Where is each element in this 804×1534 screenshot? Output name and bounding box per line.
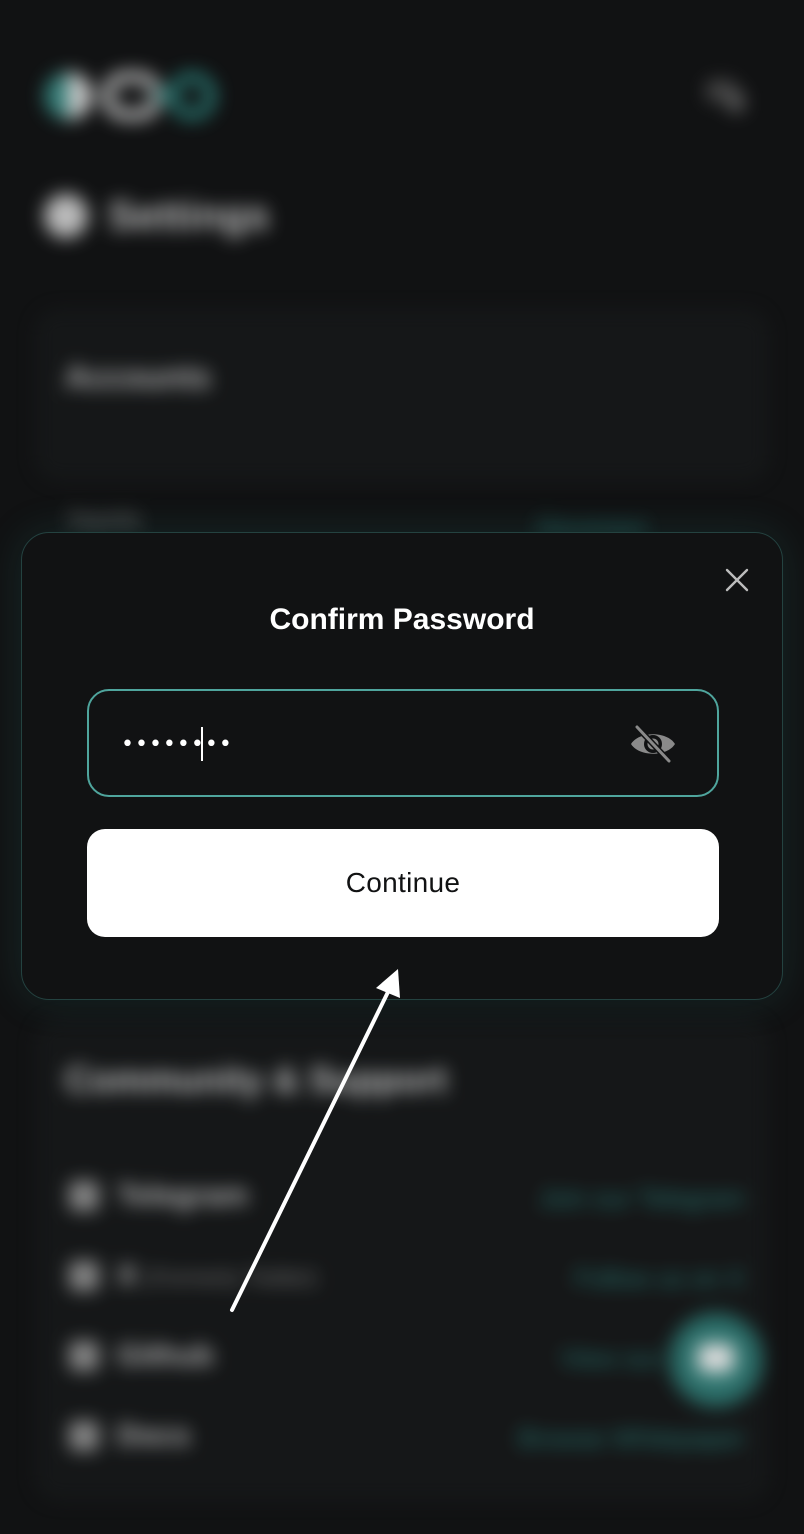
- row-label: Telegram: [117, 1179, 249, 1212]
- confirm-password-dialog: Confirm Password •••••••• Continue: [21, 532, 783, 1000]
- dialog-title: Confirm Password: [269, 603, 535, 636]
- row-action-link[interactable]: Browse Whitepaper: [518, 1423, 745, 1454]
- list-item[interactable]: Docs Browse Whitepaper: [65, 1417, 745, 1457]
- list-item[interactable]: Github View our Github: [65, 1337, 745, 1377]
- row-label: Github: [117, 1339, 214, 1372]
- close-button[interactable]: [724, 567, 750, 593]
- docs-icon: [69, 1421, 99, 1451]
- list-item[interactable]: X (Formerly Twitter) Follow us on X: [65, 1257, 745, 1297]
- x-icon: [69, 1261, 99, 1291]
- row-label: Docs: [117, 1419, 191, 1452]
- page-title: Settings: [108, 194, 270, 238]
- chat-fab-button[interactable]: [668, 1312, 764, 1408]
- continue-button[interactable]: Continue: [87, 829, 719, 937]
- telegram-icon: [69, 1181, 99, 1211]
- community-card: Community & Support Telegram Join our Te…: [36, 1020, 768, 1500]
- text-caret: [201, 727, 203, 761]
- row-label: X (Formerly Twitter): [117, 1259, 318, 1292]
- chat-icon[interactable]: [704, 74, 744, 114]
- accounts-card: Accounts Sepolia Disconnect: [36, 310, 768, 540]
- app-root: Settings Accounts Sepolia Disconnect Com…: [0, 0, 804, 1534]
- toggle-visibility-button[interactable]: [629, 723, 677, 765]
- list-item[interactable]: Telegram Join our Telegram: [65, 1177, 745, 1217]
- accounts-title: Accounts: [65, 359, 211, 395]
- row-action-link[interactable]: Join our Telegram: [539, 1183, 745, 1214]
- network-label: Sepolia: [67, 507, 141, 532]
- eye-off-icon: [631, 724, 675, 764]
- password-field[interactable]: ••••••••: [87, 689, 719, 797]
- community-title: Community & Support: [65, 1059, 447, 1100]
- row-action-link[interactable]: Follow us on X: [574, 1263, 745, 1294]
- avatar: [44, 194, 88, 238]
- close-icon: [725, 568, 749, 592]
- app-logo: [44, 68, 216, 120]
- github-icon: [69, 1341, 99, 1371]
- password-input-value[interactable]: ••••••••: [121, 727, 233, 763]
